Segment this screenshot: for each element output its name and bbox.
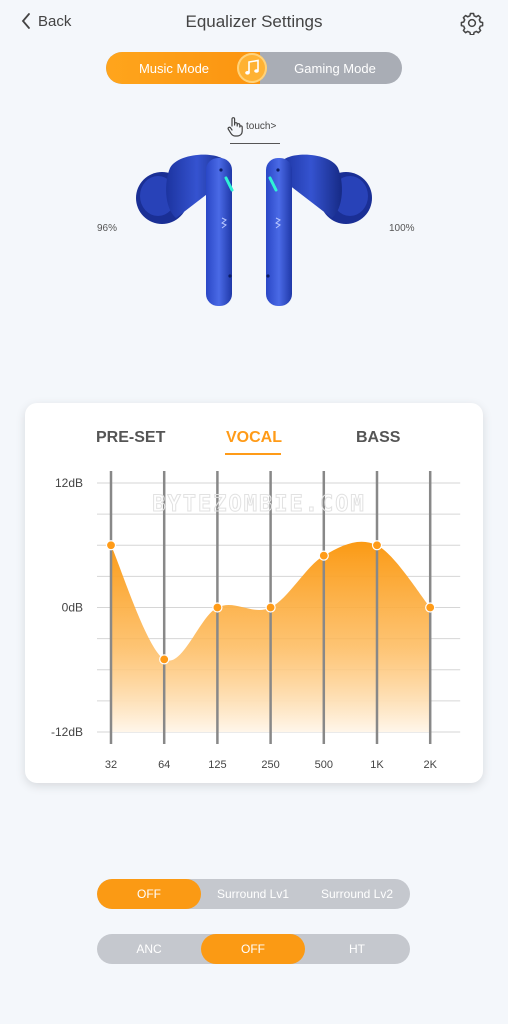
band-point-32[interactable] bbox=[105, 540, 117, 551]
watermark: BYTEZOMBIE.COM bbox=[152, 492, 365, 517]
surround-option-off[interactable]: OFF bbox=[97, 879, 201, 909]
anc-option-anc[interactable]: ANC bbox=[97, 934, 201, 964]
anc-option-ht[interactable]: HT bbox=[305, 934, 409, 964]
x-tick-label: 1K bbox=[370, 759, 384, 771]
surround-option-lv1[interactable]: Surround Lv1 bbox=[201, 879, 305, 909]
surround-option-lv2[interactable]: Surround Lv2 bbox=[305, 879, 409, 909]
x-tick-label: 64 bbox=[158, 759, 170, 771]
y-tick-label: 12dB bbox=[55, 476, 83, 490]
left-battery-level: 96% bbox=[97, 223, 118, 234]
equalizer-chart[interactable]: 12dB 0dB -12dB BYTEZOMBIE.COM 32 64 125 250 500 1… bbox=[25, 403, 483, 783]
x-tick-label: 32 bbox=[105, 759, 117, 771]
touch-underline bbox=[230, 143, 280, 144]
touch-settings-link[interactable]: touch> bbox=[226, 116, 282, 146]
earbuds-image bbox=[136, 154, 372, 306]
y-tick-label: 0dB bbox=[62, 601, 83, 615]
header: Back Equalizer Settings bbox=[0, 0, 508, 46]
band-point-2K[interactable] bbox=[425, 602, 436, 613]
hand-pointer-icon bbox=[227, 117, 243, 137]
music-note-icon[interactable] bbox=[237, 53, 267, 83]
equalizer-card: PRE-SET VOCAL BASS 12dB 0dB -12dB BYTEZOMBI… bbox=[25, 403, 483, 783]
band-point-500[interactable] bbox=[318, 550, 329, 561]
band-point-64[interactable] bbox=[159, 654, 170, 665]
x-tick-label: 250 bbox=[261, 759, 279, 771]
page-title: Equalizer Settings bbox=[185, 12, 323, 31]
right-battery-level: 100% bbox=[389, 223, 415, 234]
gear-icon[interactable] bbox=[460, 11, 484, 35]
anc-selector[interactable]: ANC OFF HT bbox=[97, 934, 410, 964]
touch-label: touch> bbox=[246, 121, 277, 132]
gaming-mode-option[interactable]: Gaming Mode bbox=[260, 52, 402, 84]
x-tick-label: 125 bbox=[208, 759, 226, 771]
anc-option-off[interactable]: OFF bbox=[201, 934, 305, 964]
band-point-125[interactable] bbox=[212, 602, 223, 613]
band-point-250[interactable] bbox=[265, 602, 276, 613]
y-tick-label: -12dB bbox=[51, 725, 83, 739]
x-tick-label: 2K bbox=[423, 759, 437, 771]
band-point-1K[interactable] bbox=[371, 540, 383, 551]
x-tick-label: 500 bbox=[315, 759, 333, 771]
surround-selector[interactable]: OFF Surround Lv1 Surround Lv2 bbox=[97, 879, 410, 909]
